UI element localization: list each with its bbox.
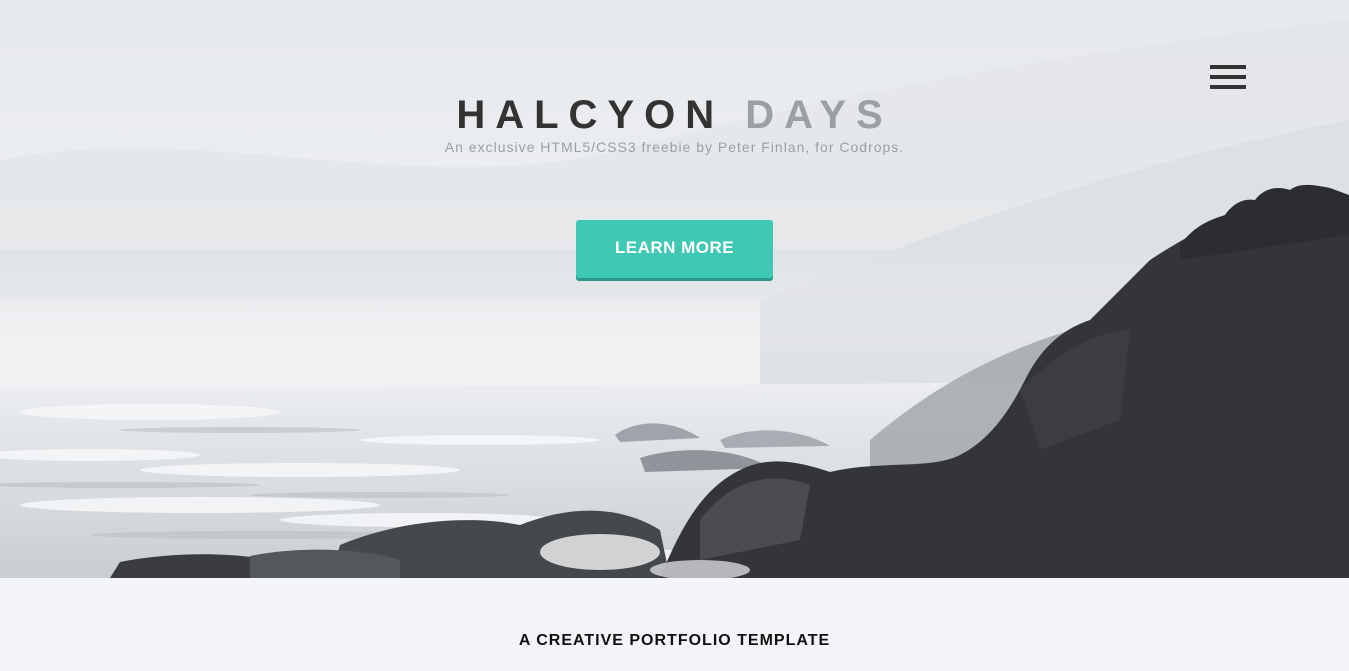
- hero-background-image: [0, 20, 1349, 578]
- hamburger-menu-icon[interactable]: [1210, 65, 1246, 91]
- portfolio-intro-section: A CREATIVE PORTFOLIO TEMPLATE: [0, 578, 1349, 671]
- hero-section: HALCYON DAYS An exclusive HTML5/CSS3 fre…: [0, 0, 1349, 578]
- title-light-word: DAYS: [745, 93, 893, 137]
- learn-more-button[interactable]: LEARN MORE: [576, 220, 773, 278]
- menu-bar: [1210, 65, 1246, 69]
- section-title: A CREATIVE PORTFOLIO TEMPLATE: [518, 632, 831, 649]
- page-subtitle: An exclusive HTML5/CSS3 freebie by Peter…: [444, 139, 905, 155]
- title-dark-word: HALCYON: [456, 93, 725, 137]
- menu-bar: [1210, 75, 1246, 79]
- menu-bar: [1210, 85, 1246, 89]
- page-title: HALCYON DAYS: [0, 90, 1349, 140]
